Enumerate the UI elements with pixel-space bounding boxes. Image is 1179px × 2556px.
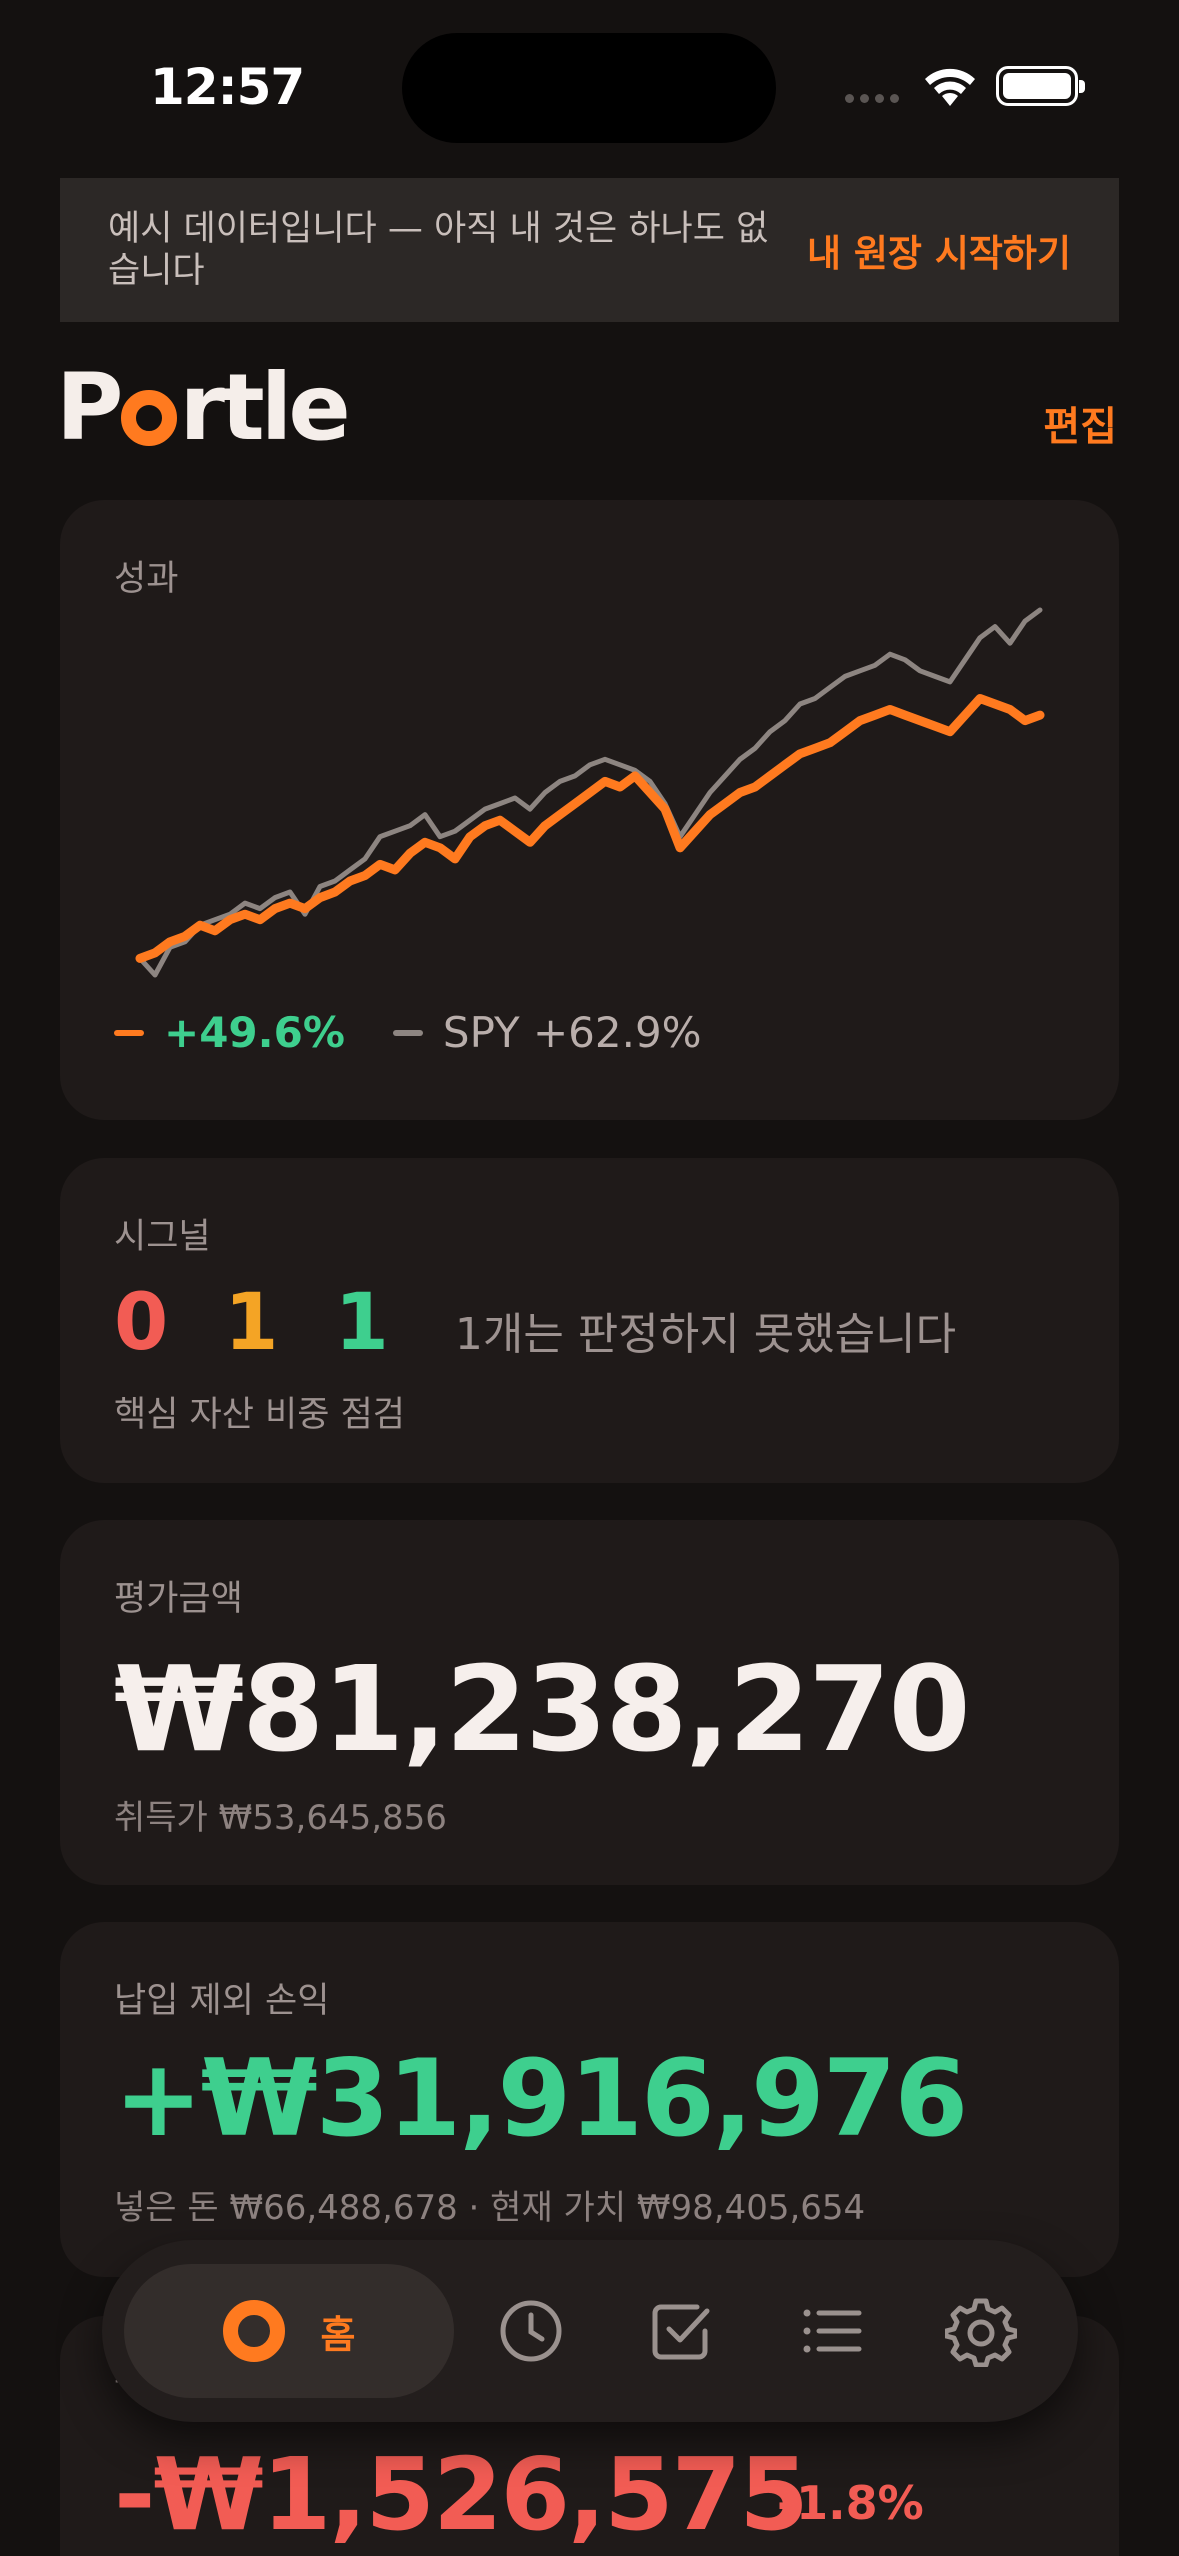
signal-subtext: 핵심 자산 비중 점검 xyxy=(114,1395,405,1435)
benchmark-swatch xyxy=(392,1029,423,1036)
signals-label: 시그널 xyxy=(114,1217,211,1257)
cellular-signal-icon xyxy=(845,94,899,103)
daily-percent: -1.8% xyxy=(777,2476,924,2530)
list-icon[interactable] xyxy=(795,2295,867,2367)
valuation-label: 평가금액 xyxy=(114,1579,243,1619)
portfolio-swatch xyxy=(114,1029,144,1036)
dynamic-island xyxy=(402,33,776,143)
app-logo: Prtle xyxy=(56,354,351,461)
edit-button[interactable]: 편집 xyxy=(1043,394,1117,452)
performance-chart xyxy=(135,607,1045,978)
logo-letters: rtle xyxy=(179,353,350,461)
benchmark-return: SPY +62.9% xyxy=(442,1008,702,1057)
daily-amount: -₩1,526,575 xyxy=(114,2436,809,2553)
checkbox-icon[interactable] xyxy=(645,2295,717,2367)
pnl-amount: +₩31,916,976 xyxy=(114,2037,968,2160)
start-ledger-button[interactable]: 내 원장 시작하기 xyxy=(807,223,1071,277)
pnl-card[interactable]: 납입 제외 손익 +₩31,916,976 넣은 돈 ₩66,488,678 ·… xyxy=(60,1922,1119,2277)
performance-card[interactable]: 성과 +49.6% SPY +62.9% xyxy=(60,500,1119,1120)
wifi-icon xyxy=(925,68,975,106)
signals-card[interactable]: 시그널 0 1 1 1개는 판정하지 못했습니다 핵심 자산 비중 점검 xyxy=(60,1158,1119,1483)
signal-green-count: 1 xyxy=(334,1278,389,1368)
portfolio-line xyxy=(135,694,1045,963)
logo-ring-icon xyxy=(121,390,178,446)
clock-icon[interactable] xyxy=(495,2295,567,2367)
legend-benchmark: SPY +62.9% xyxy=(392,1008,702,1057)
battery-icon xyxy=(996,66,1085,106)
valuation-amount: ₩81,238,270 xyxy=(114,1640,971,1778)
status-time: 12:57 xyxy=(150,58,305,116)
screen: 12:57 예시 데이터입니다 — 아직 내 것은 하나도 없습니다 내 원장 … xyxy=(0,0,1179,2556)
chart-legend: +49.6% SPY +62.9% xyxy=(114,1008,750,1057)
home-ring-icon xyxy=(222,2300,285,2362)
signal-note: 1개는 판정하지 못했습니다 xyxy=(454,1309,957,1360)
legend-portfolio: +49.6% xyxy=(114,1008,345,1057)
banner-text: 예시 데이터입니다 — 아직 내 것은 하나도 없습니다 xyxy=(108,209,769,291)
valuation-card[interactable]: 평가금액 ₩81,238,270 취득가 ₩53,645,856 xyxy=(60,1520,1119,1885)
tab-bar: 홈 xyxy=(102,2240,1078,2422)
pnl-label: 납입 제외 손익 xyxy=(114,1981,330,2021)
signal-red-count: 0 xyxy=(114,1278,169,1368)
tab-home[interactable]: 홈 xyxy=(124,2264,454,2398)
cost-basis: 취득가 ₩53,645,856 xyxy=(114,1798,447,1838)
tab-home-label: 홈 xyxy=(320,2312,356,2357)
portfolio-return: +49.6% xyxy=(164,1008,345,1057)
gear-icon[interactable] xyxy=(945,2295,1017,2367)
signal-yellow-count: 1 xyxy=(224,1278,279,1368)
signal-counts: 0 1 1 1개는 판정하지 못했습니다 xyxy=(114,1278,956,1368)
sample-data-banner: 예시 데이터입니다 — 아직 내 것은 하나도 없습니다 내 원장 시작하기 xyxy=(60,178,1119,322)
logo-letter-p: P xyxy=(56,353,123,461)
pnl-detail: 넣은 돈 ₩66,488,678 · 현재 가치 ₩98,405,654 xyxy=(114,2188,866,2228)
